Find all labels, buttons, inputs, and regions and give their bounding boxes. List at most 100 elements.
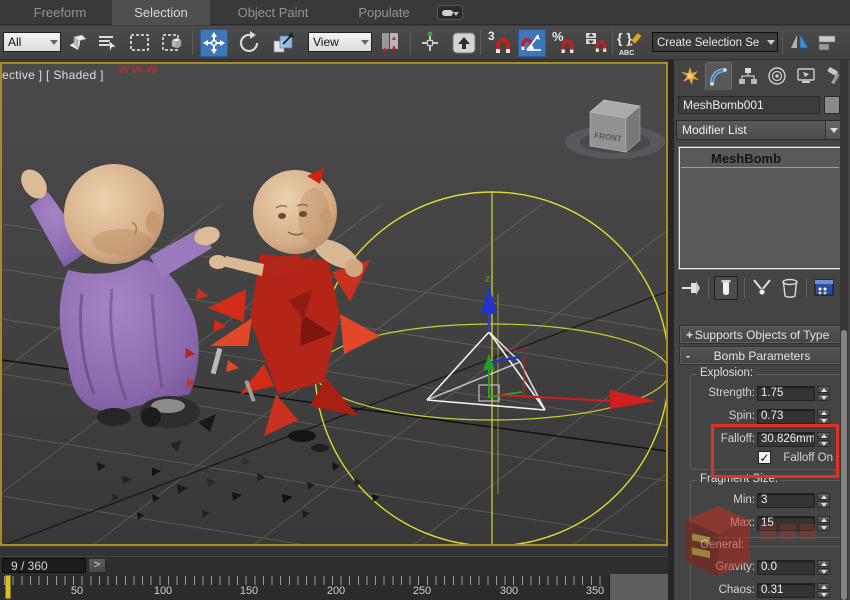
move-tool-button[interactable] xyxy=(200,29,228,57)
named-selection-sets-button[interactable]: { } ABC xyxy=(616,29,644,57)
align-icon xyxy=(818,35,836,51)
next-frame-button[interactable]: > xyxy=(88,558,106,573)
chevron-down-icon xyxy=(830,128,838,133)
gravity-input[interactable]: 0.0 xyxy=(757,560,815,575)
min-input[interactable]: 3 xyxy=(757,493,815,508)
move-icon xyxy=(203,32,225,54)
test-tube-icon xyxy=(721,280,731,295)
perspective-viewport[interactable]: FRONT z ective] [Shaded] xyxy=(0,62,850,600)
gravity-spinner[interactable] xyxy=(817,560,830,575)
merge-arrows-icon xyxy=(753,279,771,296)
show-end-result-button[interactable] xyxy=(714,276,738,300)
min-spinner[interactable] xyxy=(817,493,830,508)
keycap-up-arrow-icon xyxy=(452,32,476,54)
display-tab[interactable] xyxy=(792,62,819,90)
selection-region-button[interactable] xyxy=(126,29,154,57)
fragment-size-group: Fragment Size: Min: 3 Max: 15 xyxy=(690,473,842,538)
angle-snap-button[interactable] xyxy=(518,29,546,57)
current-frame-marker[interactable] xyxy=(5,575,11,599)
select-manipulate-button[interactable] xyxy=(416,29,444,57)
select-object-button[interactable] xyxy=(64,29,92,57)
mirror-icon xyxy=(791,32,809,49)
strength-spinner[interactable] xyxy=(817,386,830,401)
remove-modifier-button[interactable] xyxy=(778,276,802,300)
ribbon-overflow-button[interactable] xyxy=(437,5,463,20)
select-cursor-icon xyxy=(69,34,87,50)
list-cursor-icon xyxy=(99,36,117,52)
viewport-scene: FRONT z xyxy=(0,64,850,600)
tick-label: 100 xyxy=(153,585,173,597)
chevron-down-icon xyxy=(767,40,775,45)
mirror-button[interactable] xyxy=(786,29,814,57)
dashed-rect-icon xyxy=(130,34,149,51)
scale-tool-button[interactable] xyxy=(270,29,298,57)
time-slider[interactable]: 9 / 360 > xyxy=(0,556,668,574)
spin-spinner[interactable] xyxy=(817,409,830,424)
falloff-input[interactable]: 30.826mm xyxy=(757,432,815,447)
object-color-swatch[interactable] xyxy=(824,96,840,114)
selection-filter-dropdown[interactable]: All xyxy=(3,32,61,52)
chaos-spinner[interactable] xyxy=(817,583,830,598)
modify-tab[interactable] xyxy=(705,62,732,90)
tab-freeform[interactable]: Freeform xyxy=(10,0,110,25)
chevron-down-icon xyxy=(361,40,369,45)
tick-label: 150 xyxy=(239,585,259,597)
create-tab[interactable] xyxy=(676,62,703,90)
track-bar[interactable]: 50 100 150 200 250 300 350 xyxy=(0,574,668,600)
dashed-rect-cube-icon xyxy=(162,34,182,51)
rotate-tool-button[interactable] xyxy=(236,29,264,57)
spinner-magnet-icon xyxy=(586,33,607,52)
snap-toggle-button[interactable]: 3 xyxy=(486,29,514,57)
max-spinner[interactable] xyxy=(817,516,830,531)
window-crossing-button[interactable] xyxy=(158,29,186,57)
chaos-input[interactable]: 0.31 xyxy=(757,583,815,598)
pin-icon xyxy=(682,281,700,295)
falloff-on-checkbox[interactable]: ✓ xyxy=(758,451,771,464)
named-selection-set-dropdown[interactable]: Create Selection Se xyxy=(652,32,778,52)
object-name-input[interactable]: MeshBomb001 xyxy=(678,96,820,114)
modifier-stack[interactable]: MeshBomb xyxy=(678,146,842,270)
max-input[interactable]: 15 xyxy=(757,516,815,531)
spin-input[interactable]: 0.73 xyxy=(757,409,815,424)
tab-object-paint[interactable]: Object Paint xyxy=(214,0,332,25)
magnet-icon xyxy=(496,38,510,53)
select-by-name-button[interactable] xyxy=(94,29,122,57)
tab-selection[interactable]: Selection xyxy=(112,0,210,25)
manipulate-cross-icon xyxy=(422,31,438,51)
hierarchy-icon xyxy=(738,68,757,84)
viewport-label[interactable]: ective ] [ Shaded ] xyxy=(2,68,104,82)
percent-snap-button[interactable]: % xyxy=(550,29,578,57)
pin-stack-button[interactable] xyxy=(680,276,704,300)
trash-icon xyxy=(782,278,798,298)
ribbon-overflow-icon xyxy=(442,10,453,16)
time-slider-handle[interactable]: 9 / 360 xyxy=(2,558,86,573)
rollout-bomb-parameters[interactable]: - Bomb Parameters xyxy=(679,346,845,365)
tick-label: 200 xyxy=(326,585,346,597)
keyboard-override-button[interactable] xyxy=(450,29,478,57)
reference-coordinate-dropdown[interactable]: View xyxy=(308,32,372,52)
motion-tab[interactable] xyxy=(763,62,790,90)
modifier-list-dropdown[interactable]: Modifier List xyxy=(676,120,844,140)
magnet-icon xyxy=(561,39,574,53)
align-button[interactable] xyxy=(814,29,842,57)
strength-input[interactable]: 1.75 xyxy=(757,386,815,401)
tick-label: 250 xyxy=(412,585,432,597)
use-pivot-center-button[interactable] xyxy=(376,29,404,57)
make-unique-button[interactable] xyxy=(750,276,774,300)
panel-scrollbar-thumb[interactable] xyxy=(841,330,847,600)
track-bar-ticks xyxy=(4,576,606,585)
rotate-icon xyxy=(239,31,259,52)
chevron-down-icon xyxy=(453,12,459,16)
falloff-spinner[interactable] xyxy=(817,432,830,447)
rollout-supports-objects[interactable]: + Supports Objects of Type xyxy=(679,325,845,344)
modifier-stack-item[interactable]: MeshBomb xyxy=(681,150,839,168)
hierarchy-tab[interactable] xyxy=(734,62,761,90)
display-icon xyxy=(796,68,815,83)
pencil-icon xyxy=(630,32,642,46)
spinner-snap-button[interactable] xyxy=(582,29,610,57)
configure-modifier-sets-button[interactable] xyxy=(812,276,836,300)
tab-populate[interactable]: Populate xyxy=(334,0,434,25)
general-group: General: Gravity: 0.0 Chaos: 0.31 xyxy=(690,539,842,600)
scale-icon xyxy=(273,32,294,53)
command-panel: MeshBomb001 Modifier List MeshBomb + Sup… xyxy=(668,60,850,600)
